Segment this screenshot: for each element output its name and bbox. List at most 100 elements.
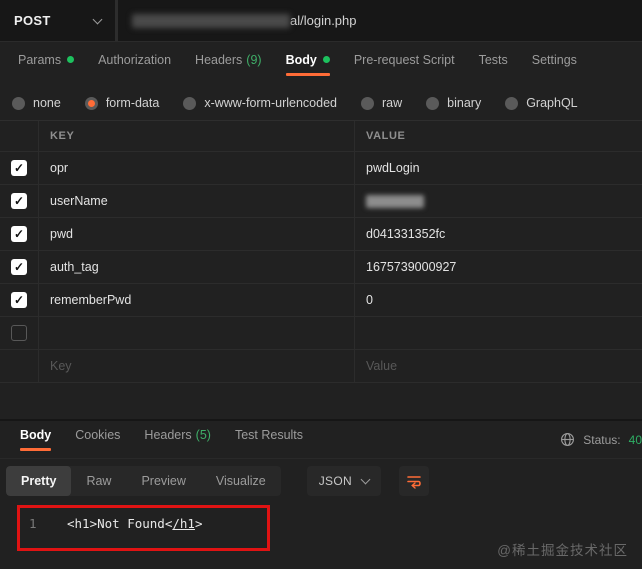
response-tabs: Body Cookies Headers (5) Test Results Statu… xyxy=(0,421,642,459)
value-cell[interactable]: Value xyxy=(355,350,642,383)
body-type-label: none xyxy=(33,96,61,110)
response-view-switch: Pretty Raw Preview Visualize xyxy=(6,466,281,496)
request-tab-label: Params xyxy=(18,52,75,67)
url-input[interactable]: al/login.php xyxy=(118,0,642,41)
body-type-label: form-data xyxy=(105,96,160,110)
key-cell[interactable]: pwd xyxy=(39,218,355,251)
wrap-text-button[interactable] xyxy=(398,466,429,496)
response-tab-label: Body xyxy=(20,428,51,442)
active-tab-underline xyxy=(235,448,303,451)
response-tab-headers[interactable]: Headers (5) xyxy=(132,428,223,451)
response-tab-body[interactable]: Body xyxy=(8,428,63,451)
green-dot-icon xyxy=(322,56,330,63)
request-tab-label: Pre-request Script xyxy=(354,53,455,67)
body-type-graphql[interactable]: GraphQL xyxy=(505,96,578,110)
view-tab-pretty[interactable]: Pretty xyxy=(6,466,72,496)
view-tab-raw[interactable]: Raw xyxy=(71,466,126,496)
table-row: ✓ userName xyxy=(0,185,642,218)
radio-selected-dot xyxy=(87,99,95,107)
body-type-x-www-form-urlencoded[interactable]: x-www-form-urlencoded xyxy=(183,96,337,110)
green-dot-icon xyxy=(67,56,75,63)
table-row xyxy=(0,317,642,350)
request-tab-pre-request-script[interactable]: Pre-request Script xyxy=(342,53,467,76)
key-placeholder: Key xyxy=(50,359,72,373)
pane-gap xyxy=(0,383,642,419)
checkbox-checked[interactable]: ✓ xyxy=(11,226,27,242)
value-cell[interactable]: 0 xyxy=(355,284,642,317)
format-dropdown[interactable]: JSON xyxy=(306,466,381,496)
value-cell[interactable]: pwdLogin xyxy=(355,152,642,185)
body-type-label: x-www-form-urlencoded xyxy=(204,96,337,110)
url-bar: POST al/login.php xyxy=(0,0,642,42)
body-type-options: none form-data x-www-form-urlencoded raw bin… xyxy=(0,86,642,120)
view-tab-visualize[interactable]: Visualize xyxy=(201,466,281,496)
wrap-text-icon xyxy=(407,476,421,489)
form-data-table: KEY VALUE ✓ opr pwdLogin ✓ userName ✓ pwd d0413… xyxy=(0,120,642,383)
key-cell[interactable]: Key xyxy=(39,350,355,383)
body-type-label: raw xyxy=(382,96,403,110)
row-checkbox-cell: ✓ xyxy=(0,185,39,218)
code-text: <h1>Not Found</h1> xyxy=(67,516,203,531)
checkbox-checked[interactable]: ✓ xyxy=(11,193,27,209)
request-tab-body[interactable]: Body xyxy=(274,53,342,76)
radio-icon xyxy=(183,96,197,110)
key-text: userName xyxy=(50,194,108,208)
response-tab-cookies[interactable]: Cookies xyxy=(63,428,132,451)
column-header-key: KEY xyxy=(50,130,75,142)
tab-label-text: Params xyxy=(18,52,62,67)
value-cell[interactable] xyxy=(355,317,642,350)
key-cell[interactable]: rememberPwd xyxy=(39,284,355,317)
status-value: 40 xyxy=(628,432,642,447)
checkbox-unchecked[interactable] xyxy=(11,325,27,341)
table-row: ✓ pwd d041331352fc xyxy=(0,218,642,251)
key-cell[interactable]: auth_tag xyxy=(39,251,355,284)
request-tab-settings[interactable]: Settings xyxy=(520,53,589,76)
key-text: rememberPwd xyxy=(50,293,132,307)
header-checkbox-cell xyxy=(0,121,39,152)
body-type-binary[interactable]: binary xyxy=(426,96,481,110)
value-text: pwdLogin xyxy=(366,161,420,175)
value-cell[interactable] xyxy=(355,185,642,218)
radio-icon xyxy=(505,96,519,110)
table-row: ✓ rememberPwd 0 xyxy=(0,284,642,317)
checkbox-checked[interactable]: ✓ xyxy=(11,292,27,308)
response-body-viewer: 1 <h1>Not Found</h1> xyxy=(0,505,642,569)
key-cell[interactable]: userName xyxy=(39,185,355,218)
response-tab-label: Cookies xyxy=(75,428,120,442)
request-tab-authorization[interactable]: Authorization xyxy=(86,53,183,76)
body-type-none[interactable]: none xyxy=(12,96,61,110)
body-type-raw[interactable]: raw xyxy=(361,96,402,110)
request-tab-headers[interactable]: Headers (9) xyxy=(183,53,274,76)
request-tab-params[interactable]: Params xyxy=(6,53,86,76)
body-type-label: GraphQL xyxy=(526,96,578,110)
value-cell[interactable]: 1675739000927 xyxy=(355,251,642,284)
globe-icon xyxy=(561,433,575,446)
method-selector[interactable]: POST xyxy=(0,0,118,41)
active-tab-underline xyxy=(532,73,577,76)
view-tab-preview[interactable]: Preview xyxy=(126,466,200,496)
tab-label-text: Body xyxy=(20,428,52,442)
active-tab-underline xyxy=(20,448,52,451)
body-type-form-data[interactable]: form-data xyxy=(84,96,160,110)
body-type-label: binary xyxy=(447,96,482,110)
chevron-down-icon xyxy=(92,14,103,24)
value-placeholder: Value xyxy=(366,359,398,373)
value-text: 1675739000927 xyxy=(366,260,457,274)
tab-count-badge: (9) xyxy=(246,52,262,67)
request-tab-tests[interactable]: Tests xyxy=(467,53,520,76)
code-tag-link[interactable]: /h1 xyxy=(172,516,195,531)
active-tab-underline xyxy=(354,73,455,76)
request-tab-label: Settings xyxy=(532,53,577,67)
active-tab-underline xyxy=(285,72,330,76)
key-cell[interactable] xyxy=(39,317,355,350)
radio-icon xyxy=(84,96,98,110)
key-cell[interactable]: opr xyxy=(39,152,355,185)
tab-count-badge: (5) xyxy=(195,428,211,442)
checkbox-checked[interactable]: ✓ xyxy=(11,160,27,176)
checkbox-checked[interactable]: ✓ xyxy=(11,259,27,275)
tab-label-text: Authorization xyxy=(98,52,172,67)
value-cell[interactable]: d041331352fc xyxy=(355,218,642,251)
request-tab-label: Authorization xyxy=(98,53,171,67)
response-tab-test-results[interactable]: Test Results xyxy=(223,428,315,451)
key-text: opr xyxy=(50,161,69,175)
